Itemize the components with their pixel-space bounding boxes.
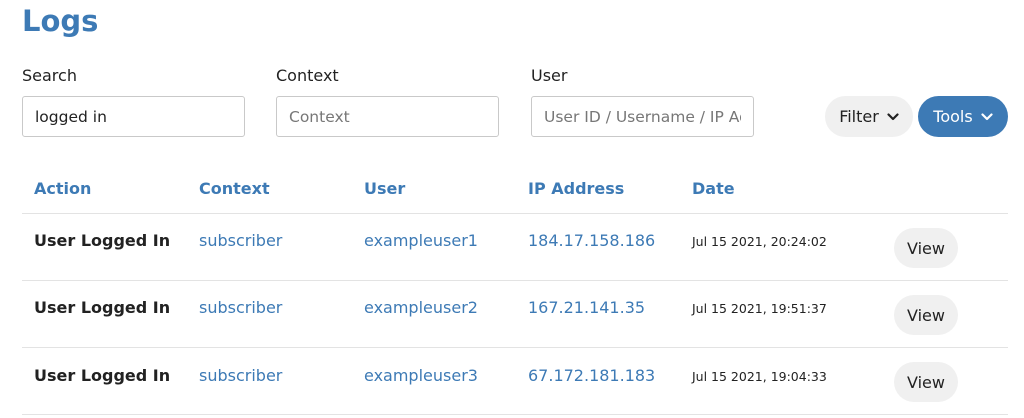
row-divider (22, 213, 1008, 214)
ip-address-link[interactable]: 67.172.181.183 (528, 366, 655, 385)
action-cell: User Logged In (34, 366, 171, 385)
date-cell: Jul 15 2021, 20:24:02 (692, 234, 827, 249)
view-button[interactable]: View (894, 362, 958, 402)
row-divider (22, 414, 1008, 415)
date-cell: Jul 15 2021, 19:51:37 (692, 301, 827, 316)
row-divider (22, 280, 1008, 281)
filter-button-label: Filter (839, 107, 879, 126)
user-label: User (531, 66, 568, 85)
user-link[interactable]: exampleuser2 (364, 298, 478, 317)
user-link[interactable]: exampleuser3 (364, 366, 478, 385)
action-cell: User Logged In (34, 298, 171, 317)
context-link[interactable]: subscriber (199, 231, 282, 250)
tools-button-label: Tools (933, 107, 973, 126)
context-link[interactable]: subscriber (199, 298, 282, 317)
context-label: Context (276, 66, 339, 85)
page-title: Logs (22, 4, 99, 38)
column-header-user[interactable]: User (364, 179, 405, 198)
chevron-down-icon (981, 112, 993, 120)
user-link[interactable]: exampleuser1 (364, 231, 478, 250)
ip-address-link[interactable]: 167.21.141.35 (528, 298, 645, 317)
date-cell: Jul 15 2021, 19:04:33 (692, 369, 827, 384)
search-label: Search (22, 66, 77, 85)
context-link[interactable]: subscriber (199, 366, 282, 385)
column-header-action[interactable]: Action (34, 179, 91, 198)
column-header-date[interactable]: Date (692, 179, 735, 198)
filter-button[interactable]: Filter (825, 96, 913, 137)
tools-button[interactable]: Tools (918, 96, 1008, 137)
action-cell: User Logged In (34, 231, 171, 250)
logs-page: Logs Search Context User Filter Tools Ac… (0, 0, 1024, 418)
chevron-down-icon (887, 112, 899, 120)
column-header-context[interactable]: Context (199, 179, 270, 198)
search-input[interactable] (22, 96, 245, 137)
context-input[interactable] (276, 96, 499, 137)
user-input[interactable] (531, 96, 754, 137)
view-button[interactable]: View (894, 295, 958, 335)
column-header-ip-address[interactable]: IP Address (528, 179, 624, 198)
view-button[interactable]: View (894, 228, 958, 268)
row-divider (22, 347, 1008, 348)
ip-address-link[interactable]: 184.17.158.186 (528, 231, 655, 250)
